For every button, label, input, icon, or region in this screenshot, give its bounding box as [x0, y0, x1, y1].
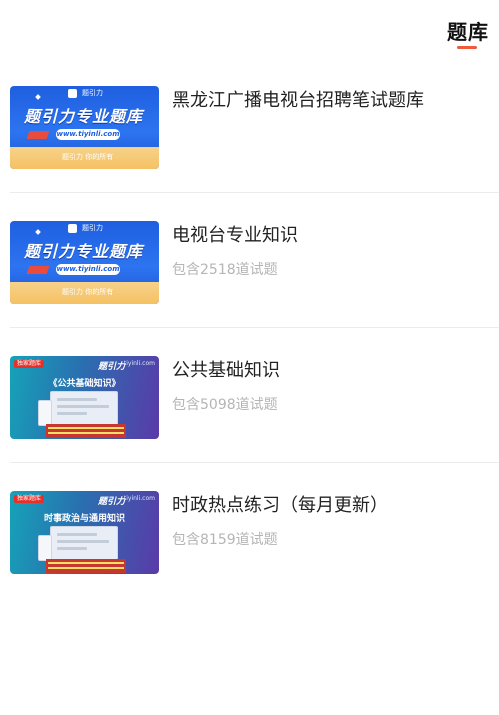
item-subtitle: 包含2518道试题 — [172, 262, 278, 278]
thumb-bottom-text: 题引力 你的所有 — [62, 153, 114, 161]
item-title[interactable]: 时政热点练习（每月更新） — [172, 491, 388, 517]
thumb-heading: 时事政治与通用知识 — [43, 514, 125, 524]
decor-bar — [26, 266, 50, 274]
thumb-site: tiyinli.com — [123, 360, 155, 367]
thumb-main-text: 题引力专业题库 — [24, 242, 144, 261]
thumb-url: www.tiyinli.com — [56, 129, 120, 140]
screen-icon — [50, 391, 118, 425]
screen-icon — [50, 526, 118, 560]
decor-line — [48, 427, 124, 429]
thumb-site: tiyinli.com — [123, 495, 155, 502]
logo-icon — [68, 224, 77, 233]
star-icon — [35, 94, 41, 100]
tab-question-bank[interactable]: 题库 — [447, 16, 489, 45]
item-thumbnail[interactable]: 题引力 题引力专业题库 www.tiyinli.com 题引力 你的所有 — [10, 221, 159, 304]
item-subtitle: 包含5098道试题 — [172, 397, 278, 413]
thumb-bottom-text: 题引力 你的所有 — [62, 288, 114, 296]
decor-line — [48, 432, 124, 434]
decor-line — [48, 562, 124, 564]
decor-line — [48, 567, 124, 569]
item-thumbnail[interactable]: 独家题库 题引力 tiyinli.com 《公共基础知识》 — [10, 356, 159, 439]
thumb-tag: 独家题库 — [14, 495, 44, 503]
item-thumbnail[interactable]: 题引力 题引力专业题库 www.tiyinli.com 题引力 你的所有 — [10, 86, 159, 169]
question-bank-list: 题引力 题引力专业题库 www.tiyinli.com 题引力 你的所有 黑龙江… — [0, 58, 499, 597]
list-item[interactable]: 题引力 题引力专业题库 www.tiyinli.com 题引力 你的所有 电视台… — [10, 193, 499, 328]
thumb-brand: 题引力 — [97, 362, 125, 372]
item-subtitle: 包含8159道试题 — [172, 532, 278, 548]
thumb-heading: 《公共基础知识》 — [48, 379, 121, 389]
item-title[interactable]: 电视台专业知识 — [172, 221, 298, 247]
thumb-top-text: 题引力 — [82, 89, 103, 97]
thumb-main-text: 题引力专业题库 — [24, 107, 144, 126]
list-item[interactable]: 独家题库 题引力 tiyinli.com 《公共基础知识》 公共基础知识 包含5… — [10, 328, 499, 463]
top-tab-bar: 题库 — [0, 0, 499, 58]
active-tab-indicator — [457, 46, 477, 49]
thumb-brand: 题引力 — [97, 497, 125, 507]
item-title[interactable]: 黑龙江广播电视台招聘笔试题库 — [172, 86, 424, 112]
phone-icon — [38, 400, 52, 426]
decor-bar — [26, 131, 50, 139]
list-item[interactable]: 题引力 题引力专业题库 www.tiyinli.com 题引力 你的所有 黑龙江… — [10, 58, 499, 193]
star-icon — [35, 229, 41, 235]
thumb-top-text: 题引力 — [82, 224, 103, 232]
item-title[interactable]: 公共基础知识 — [172, 356, 280, 382]
item-thumbnail[interactable]: 独家题库 题引力 tiyinli.com 时事政治与通用知识 — [10, 491, 159, 574]
thumb-tag: 独家题库 — [14, 360, 44, 368]
logo-icon — [68, 89, 77, 98]
phone-icon — [38, 535, 52, 561]
thumb-url: www.tiyinli.com — [56, 264, 120, 275]
list-item[interactable]: 独家题库 题引力 tiyinli.com 时事政治与通用知识 时政热点练习（每月… — [10, 463, 499, 597]
